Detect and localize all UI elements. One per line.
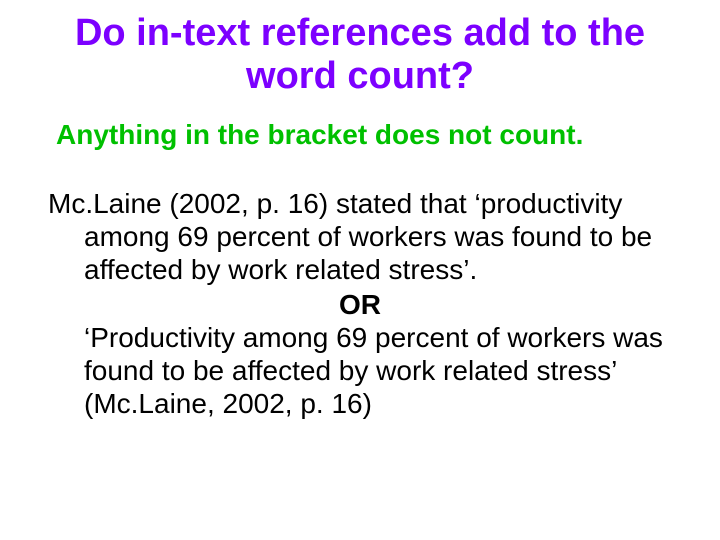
body-text: Mc.Laine (2002, p. 16) stated that ‘prod…: [48, 187, 672, 420]
or-separator: OR: [48, 288, 672, 321]
example-paragraph-2: ‘Productivity among 69 percent of worker…: [48, 321, 672, 420]
slide: Do in-text references add to the word co…: [0, 0, 720, 540]
slide-subtitle: Anything in the bracket does not count.: [56, 119, 680, 151]
slide-title: Do in-text references add to the word co…: [40, 12, 680, 97]
example-paragraph-1: Mc.Laine (2002, p. 16) stated that ‘prod…: [48, 187, 672, 286]
